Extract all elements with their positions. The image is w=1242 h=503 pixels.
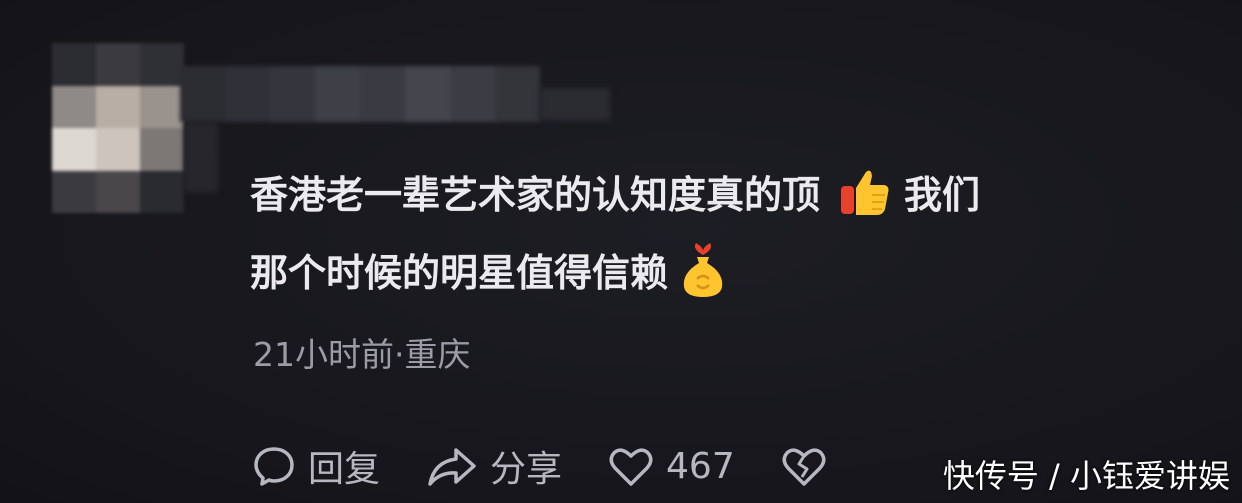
like-button[interactable]: 467: [608, 444, 735, 488]
comment-line-1: 香港老一辈艺术家的认知度真的顶 我们: [250, 156, 1190, 234]
avatar[interactable]: [52, 43, 184, 213]
reply-label: 回复: [308, 449, 381, 490]
username-pixelated-tail: [540, 88, 610, 120]
comment-meta-time-location: 21小时前·重庆: [253, 335, 471, 374]
username-pixelated[interactable]: [180, 66, 540, 122]
dislike-button[interactable]: [781, 444, 839, 488]
share-label: 分享: [490, 449, 563, 490]
heart-icon: [609, 448, 653, 486]
share-button[interactable]: 分享: [426, 440, 562, 492]
broken-heart-icon: [782, 448, 826, 486]
thumbs-up-icon: [838, 164, 894, 220]
comment-bubble-icon: [254, 447, 294, 486]
share-arrow-icon: [428, 448, 476, 486]
comment-line-1-text: 香港老一辈艺术家的认知度真的顶: [250, 173, 821, 217]
comment-line-1-tail: 我们: [904, 173, 981, 217]
comment-actions: 回复 分享 467: [252, 438, 885, 494]
comment-card: 香港老一辈艺术家的认知度真的顶 我们 那个时候的明星值得信赖 21小时前·重庆 …: [0, 0, 1242, 503]
comment-text: 香港老一辈艺术家的认知度真的顶 我们 那个时候的明星值得信赖: [250, 156, 1190, 312]
reply-button[interactable]: 回复: [252, 440, 380, 492]
money-bag-icon: [680, 241, 726, 299]
comment-line-2-text: 那个时候的明星值得信赖: [250, 251, 669, 295]
avatar-shadow: [184, 122, 218, 192]
comment-line-2: 那个时候的明星值得信赖: [250, 234, 1190, 312]
like-count: 467: [666, 445, 735, 487]
watermark: 快传号 / 小钰爱讲娱: [942, 457, 1230, 495]
